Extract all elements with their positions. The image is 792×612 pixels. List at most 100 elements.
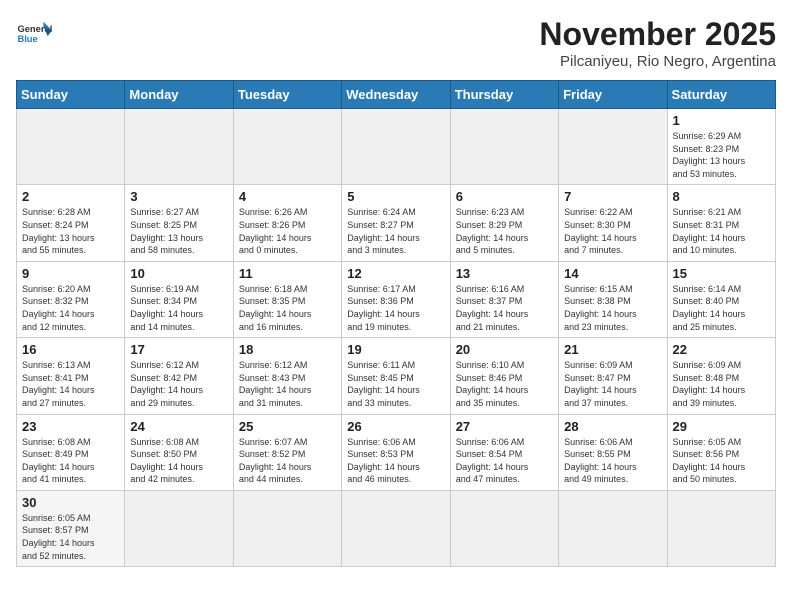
month-title: November 2025 [539, 16, 776, 53]
day-number: 6 [456, 189, 553, 204]
calendar-cell: 28Sunrise: 6:06 AM Sunset: 8:55 PM Dayli… [559, 414, 667, 490]
calendar-cell [559, 490, 667, 566]
day-number: 15 [673, 266, 770, 281]
title-area: November 2025 Pilcaniyeu, Rio Negro, Arg… [539, 16, 776, 70]
weekday-header-friday: Friday [559, 81, 667, 109]
day-info: Sunrise: 6:29 AM Sunset: 8:23 PM Dayligh… [673, 130, 770, 180]
calendar-cell [233, 490, 341, 566]
svg-text:Blue: Blue [17, 34, 37, 44]
day-info: Sunrise: 6:24 AM Sunset: 8:27 PM Dayligh… [347, 206, 444, 256]
location-title: Pilcaniyeu, Rio Negro, Argentina [539, 53, 776, 70]
day-info: Sunrise: 6:05 AM Sunset: 8:56 PM Dayligh… [673, 436, 770, 486]
weekday-header-row: SundayMondayTuesdayWednesdayThursdayFrid… [17, 81, 776, 109]
calendar-cell: 23 Sunrise: 6:08 AM Sunset: 8:49 PM Dayli… [17, 414, 125, 490]
day-info: Sunrise: 6:28 AM Sunset: 8:24 PM Dayligh… [22, 206, 119, 256]
day-info: Sunrise: 6:08 AM Sunset: 8:49 PM Dayligh… [22, 436, 119, 486]
calendar-cell [450, 490, 558, 566]
day-number: 27 [456, 419, 553, 434]
day-number: 12 [347, 266, 444, 281]
calendar-cell: 13 Sunrise: 6:16 AM Sunset: 8:37 PM Dayli… [450, 261, 558, 337]
calendar-cell: 15Sunrise: 6:14 AM Sunset: 8:40 PM Dayli… [667, 261, 775, 337]
day-number: 16 [22, 342, 119, 357]
calendar-cell: 2 Sunrise: 6:28 AM Sunset: 8:24 PM Daylig… [17, 185, 125, 261]
calendar-cell [667, 490, 775, 566]
calendar-cell [342, 490, 450, 566]
calendar-cell: 25 Sunrise: 6:07 AM Sunset: 8:52 PM Dayli… [233, 414, 341, 490]
day-info: Sunrise: 6:27 AM Sunset: 8:25 PM Dayligh… [130, 206, 227, 256]
day-info: Sunrise: 6:09 AM Sunset: 8:47 PM Dayligh… [564, 359, 661, 409]
weekday-header-saturday: Saturday [667, 81, 775, 109]
calendar-cell: 26 Sunrise: 6:06 AM Sunset: 8:53 PM Dayli… [342, 414, 450, 490]
week-row-3: 9 Sunrise: 6:20 AM Sunset: 8:32 PM Daylig… [17, 261, 776, 337]
day-info: Sunrise: 6:23 AM Sunset: 8:29 PM Dayligh… [456, 206, 553, 256]
calendar-cell [450, 109, 558, 185]
calendar-cell: 16Sunrise: 6:13 AM Sunset: 8:41 PM Dayli… [17, 338, 125, 414]
day-info: Sunrise: 6:16 AM Sunset: 8:37 PM Dayligh… [456, 283, 553, 333]
day-info: Sunrise: 6:22 AM Sunset: 8:30 PM Dayligh… [564, 206, 661, 256]
day-info: Sunrise: 6:12 AM Sunset: 8:43 PM Dayligh… [239, 359, 336, 409]
logo: General Blue [16, 16, 52, 52]
week-row-5: 23 Sunrise: 6:08 AM Sunset: 8:49 PM Dayli… [17, 414, 776, 490]
week-row-6: 30Sunrise: 6:05 AM Sunset: 8:57 PM Dayli… [17, 490, 776, 566]
day-number: 1 [673, 113, 770, 128]
calendar-cell: 9 Sunrise: 6:20 AM Sunset: 8:32 PM Daylig… [17, 261, 125, 337]
day-info: Sunrise: 6:12 AM Sunset: 8:42 PM Dayligh… [130, 359, 227, 409]
calendar-cell: 29 Sunrise: 6:05 AM Sunset: 8:56 PM Dayli… [667, 414, 775, 490]
calendar-cell: 20Sunrise: 6:10 AM Sunset: 8:46 PM Dayli… [450, 338, 558, 414]
calendar-cell: 12 Sunrise: 6:17 AM Sunset: 8:36 PM Dayli… [342, 261, 450, 337]
calendar-cell: 8Sunrise: 6:21 AM Sunset: 8:31 PM Daylig… [667, 185, 775, 261]
calendar-cell: 18Sunrise: 6:12 AM Sunset: 8:43 PM Dayli… [233, 338, 341, 414]
calendar-cell: 3 Sunrise: 6:27 AM Sunset: 8:25 PM Daylig… [125, 185, 233, 261]
calendar-cell: 6 Sunrise: 6:23 AM Sunset: 8:29 PM Daylig… [450, 185, 558, 261]
day-number: 29 [673, 419, 770, 434]
day-number: 13 [456, 266, 553, 281]
day-info: Sunrise: 6:20 AM Sunset: 8:32 PM Dayligh… [22, 283, 119, 333]
calendar-cell: 7 Sunrise: 6:22 AM Sunset: 8:30 PM Daylig… [559, 185, 667, 261]
day-number: 4 [239, 189, 336, 204]
calendar-cell [125, 109, 233, 185]
day-info: Sunrise: 6:06 AM Sunset: 8:53 PM Dayligh… [347, 436, 444, 486]
day-number: 24 [130, 419, 227, 434]
day-info: Sunrise: 6:26 AM Sunset: 8:26 PM Dayligh… [239, 206, 336, 256]
weekday-header-sunday: Sunday [17, 81, 125, 109]
weekday-header-tuesday: Tuesday [233, 81, 341, 109]
day-number: 9 [22, 266, 119, 281]
day-info: Sunrise: 6:05 AM Sunset: 8:57 PM Dayligh… [22, 512, 119, 562]
day-info: Sunrise: 6:06 AM Sunset: 8:54 PM Dayligh… [456, 436, 553, 486]
day-number: 14 [564, 266, 661, 281]
day-number: 26 [347, 419, 444, 434]
day-number: 2 [22, 189, 119, 204]
calendar-cell: 21 Sunrise: 6:09 AM Sunset: 8:47 PM Dayli… [559, 338, 667, 414]
day-info: Sunrise: 6:07 AM Sunset: 8:52 PM Dayligh… [239, 436, 336, 486]
calendar-cell: 19Sunrise: 6:11 AM Sunset: 8:45 PM Dayli… [342, 338, 450, 414]
day-number: 25 [239, 419, 336, 434]
week-row-4: 16Sunrise: 6:13 AM Sunset: 8:41 PM Dayli… [17, 338, 776, 414]
day-info: Sunrise: 6:11 AM Sunset: 8:45 PM Dayligh… [347, 359, 444, 409]
calendar-cell [17, 109, 125, 185]
day-info: Sunrise: 6:19 AM Sunset: 8:34 PM Dayligh… [130, 283, 227, 333]
calendar-cell: 5Sunrise: 6:24 AM Sunset: 8:27 PM Daylig… [342, 185, 450, 261]
day-number: 7 [564, 189, 661, 204]
day-info: Sunrise: 6:15 AM Sunset: 8:38 PM Dayligh… [564, 283, 661, 333]
calendar-cell: 11Sunrise: 6:18 AM Sunset: 8:35 PM Dayli… [233, 261, 341, 337]
day-number: 8 [673, 189, 770, 204]
week-row-1: 1 Sunrise: 6:29 AM Sunset: 8:23 PM Daylig… [17, 109, 776, 185]
calendar-cell: 1 Sunrise: 6:29 AM Sunset: 8:23 PM Daylig… [667, 109, 775, 185]
day-number: 20 [456, 342, 553, 357]
logo-icon: General Blue [16, 16, 52, 52]
day-info: Sunrise: 6:08 AM Sunset: 8:50 PM Dayligh… [130, 436, 227, 486]
calendar-cell: 30Sunrise: 6:05 AM Sunset: 8:57 PM Dayli… [17, 490, 125, 566]
day-info: Sunrise: 6:17 AM Sunset: 8:36 PM Dayligh… [347, 283, 444, 333]
day-number: 3 [130, 189, 227, 204]
weekday-header-monday: Monday [125, 81, 233, 109]
calendar-cell: 27 Sunrise: 6:06 AM Sunset: 8:54 PM Dayli… [450, 414, 558, 490]
calendar-cell: 17Sunrise: 6:12 AM Sunset: 8:42 PM Dayli… [125, 338, 233, 414]
day-number: 23 [22, 419, 119, 434]
calendar-cell [342, 109, 450, 185]
calendar-cell: 22Sunrise: 6:09 AM Sunset: 8:48 PM Dayli… [667, 338, 775, 414]
day-number: 21 [564, 342, 661, 357]
calendar-cell: 10Sunrise: 6:19 AM Sunset: 8:34 PM Dayli… [125, 261, 233, 337]
calendar-cell [233, 109, 341, 185]
day-info: Sunrise: 6:18 AM Sunset: 8:35 PM Dayligh… [239, 283, 336, 333]
day-info: Sunrise: 6:06 AM Sunset: 8:55 PM Dayligh… [564, 436, 661, 486]
